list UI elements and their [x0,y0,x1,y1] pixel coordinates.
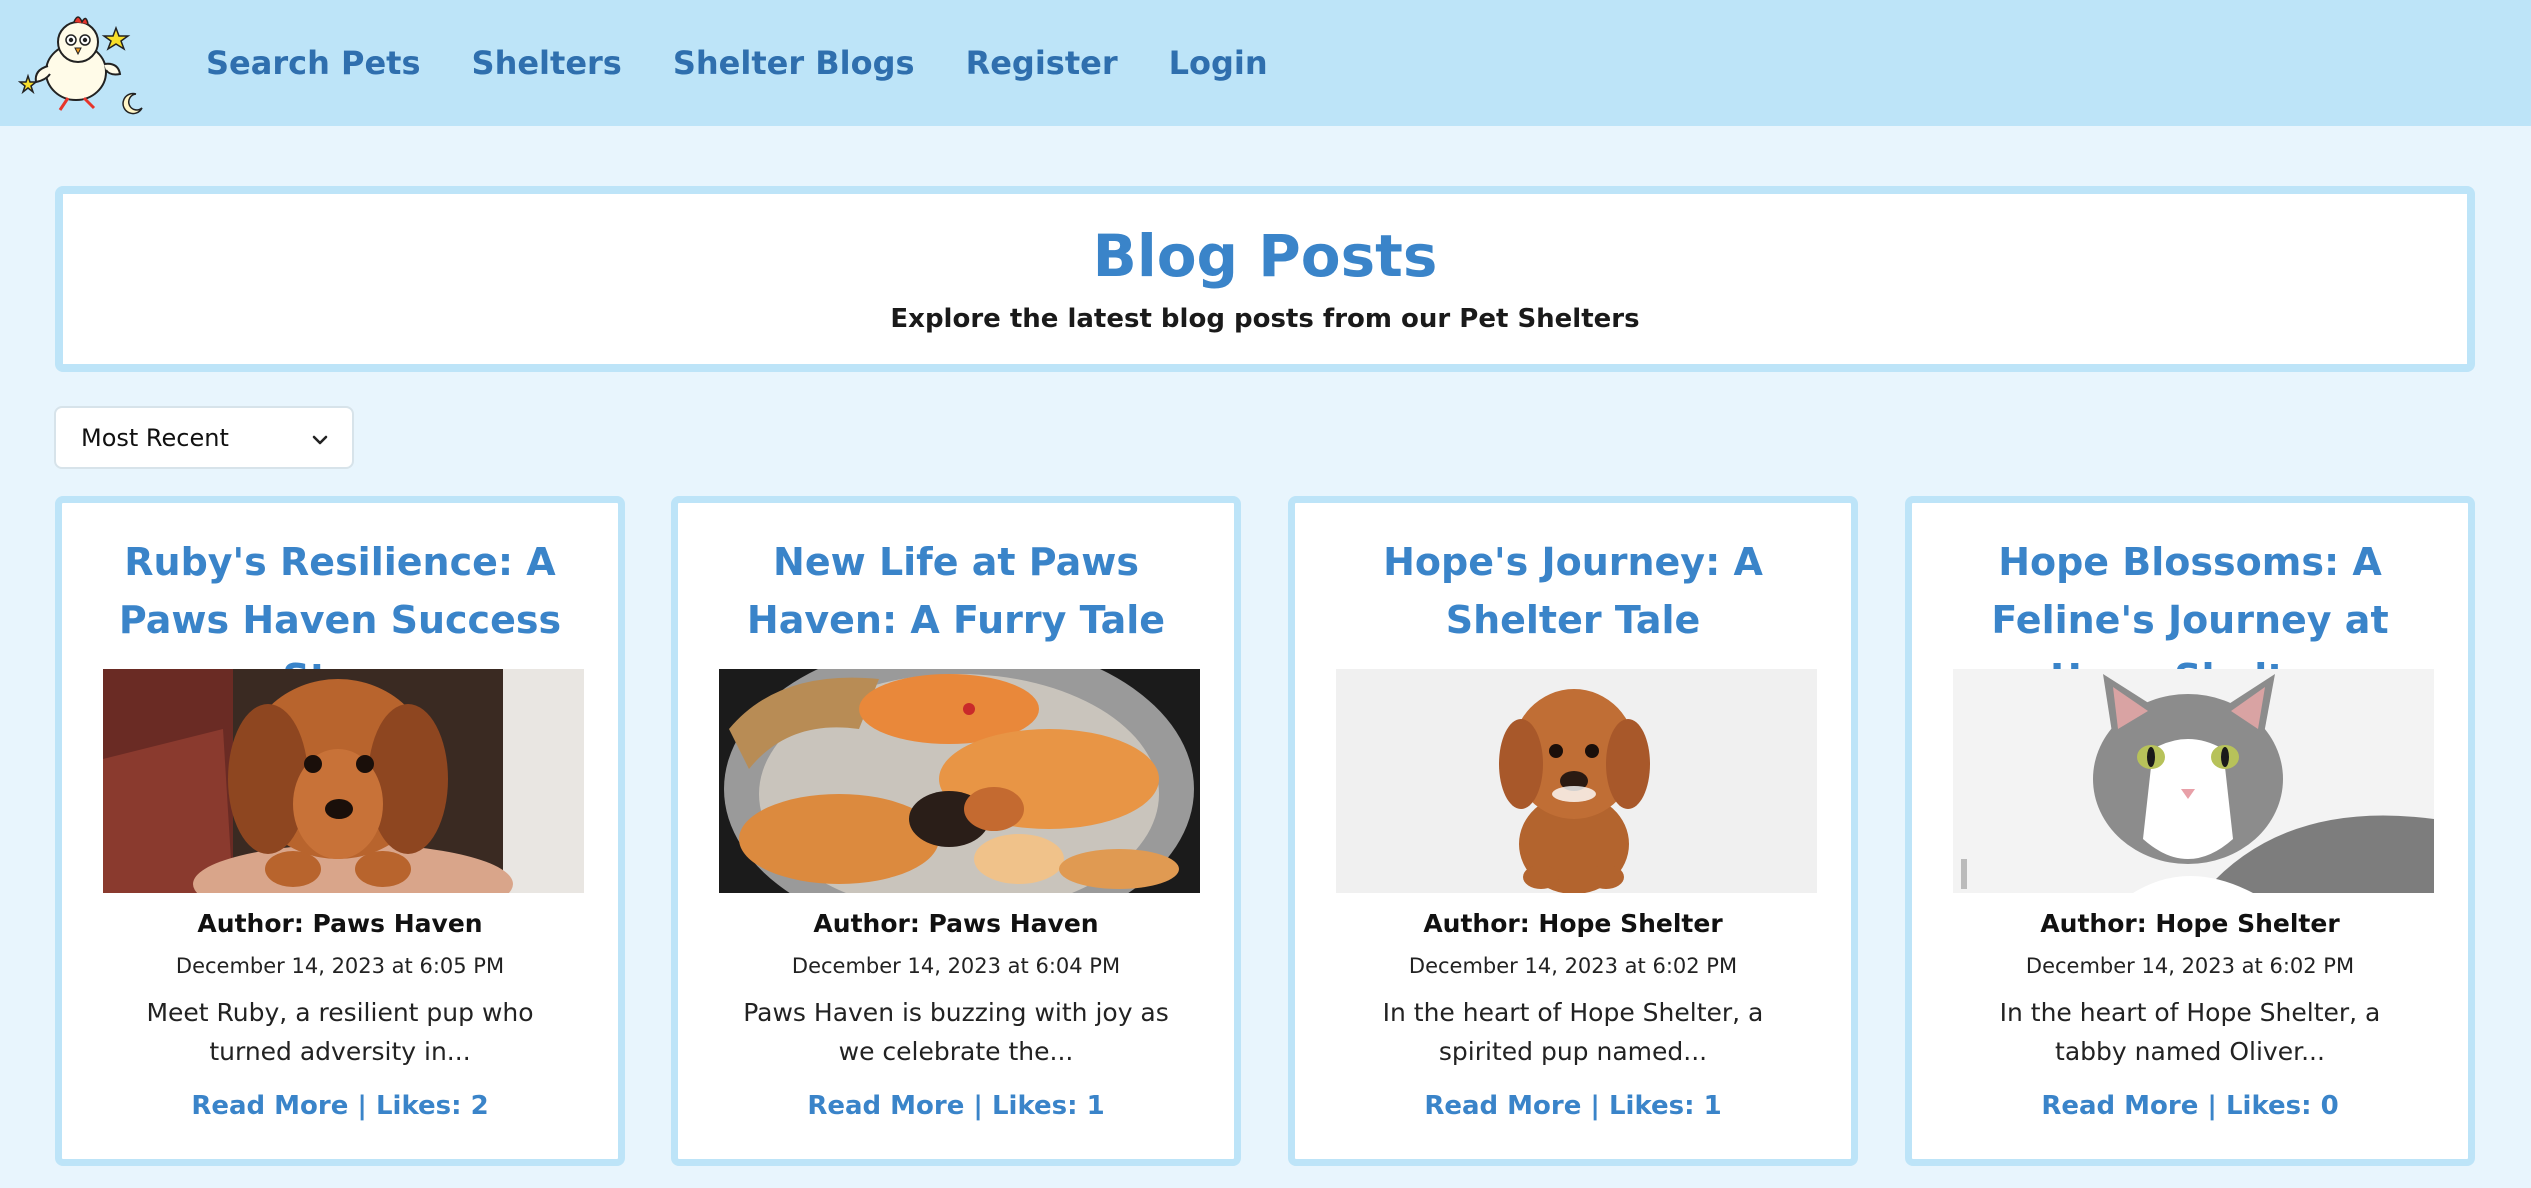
blog-card: Hope's Journey: A Shelter Tale Author: H… [1288,496,1858,1166]
read-more-link[interactable]: Read More | Likes: 1 [688,1091,1224,1121]
blog-card: Hope Blossoms: A Feline's Journey at Hop… [1905,496,2475,1166]
blog-card-author: Author: Paws Haven [197,909,483,938]
blog-card-excerpt: Meet Ruby, a resilient pup who turned ad… [146,998,534,1066]
blog-card-excerpt: In the heart of Hope Shelter, a tabby na… [1999,998,2381,1066]
blog-card-date: December 14, 2023 at 6:05 PM [175,954,505,978]
nav-shelter-blogs[interactable]: Shelter Blogs [673,44,915,82]
sort-dropdown[interactable]: Most Recent [54,406,354,469]
nav-register[interactable]: Register [966,44,1118,82]
nav-search-pets[interactable]: Search Pets [206,44,421,82]
nav-links: Search Pets Shelters Shelter Blogs Regis… [206,0,1319,126]
nav-shelters[interactable]: Shelters [472,44,622,82]
read-more-link[interactable]: Read More | Likes: 2 [72,1091,608,1121]
blog-card-date: December 14, 2023 at 6:04 PM [791,954,1121,978]
blog-card-title[interactable]: New Life at Paws Haven: A Furry Tale [698,533,1214,649]
blog-card-author: Author: Hope Shelter [1423,909,1723,938]
read-more-link[interactable]: Read More | Likes: 0 [1922,1091,2458,1121]
chevron-down-icon [310,428,330,448]
page-title: Blog Posts [1092,222,1438,290]
blog-card-author: Author: Hope Shelter [2040,909,2340,938]
page-header: Blog Posts Explore the latest blog posts… [55,186,2475,372]
blog-card-excerpt: Paws Haven is buzzing with joy as we cel… [743,998,1169,1066]
page-subtitle: Explore the latest blog posts from our P… [890,304,1640,334]
poodle-puppy-in-snow-photo[interactable] [1336,669,1817,893]
blog-card-title[interactable]: Hope's Journey: A Shelter Tale [1315,533,1831,649]
blog-card-date: December 14, 2023 at 6:02 PM [1408,954,1738,978]
chick-logo-icon[interactable] [17,6,148,116]
blog-card: Ruby's Resilience: A Paws Haven Success … [55,496,625,1166]
navbar: Search Pets Shelters Shelter Blogs Regis… [0,0,2531,126]
blog-card-excerpt: In the heart of Hope Shelter, a spirited… [1382,998,1764,1066]
read-more-link[interactable]: Read More | Likes: 1 [1305,1091,1841,1121]
cat-with-kittens-photo[interactable] [719,669,1200,893]
grey-white-cat-photo[interactable] [1953,669,2434,893]
sort-selected-value: Most Recent [81,423,229,452]
blog-card-date: December 14, 2023 at 6:02 PM [2025,954,2355,978]
blog-card: New Life at Paws Haven: A Furry Tale Aut… [671,496,1241,1166]
nav-login[interactable]: Login [1169,44,1268,82]
blog-card-author: Author: Paws Haven [813,909,1099,938]
dachshund-puppy-photo[interactable] [103,669,584,893]
